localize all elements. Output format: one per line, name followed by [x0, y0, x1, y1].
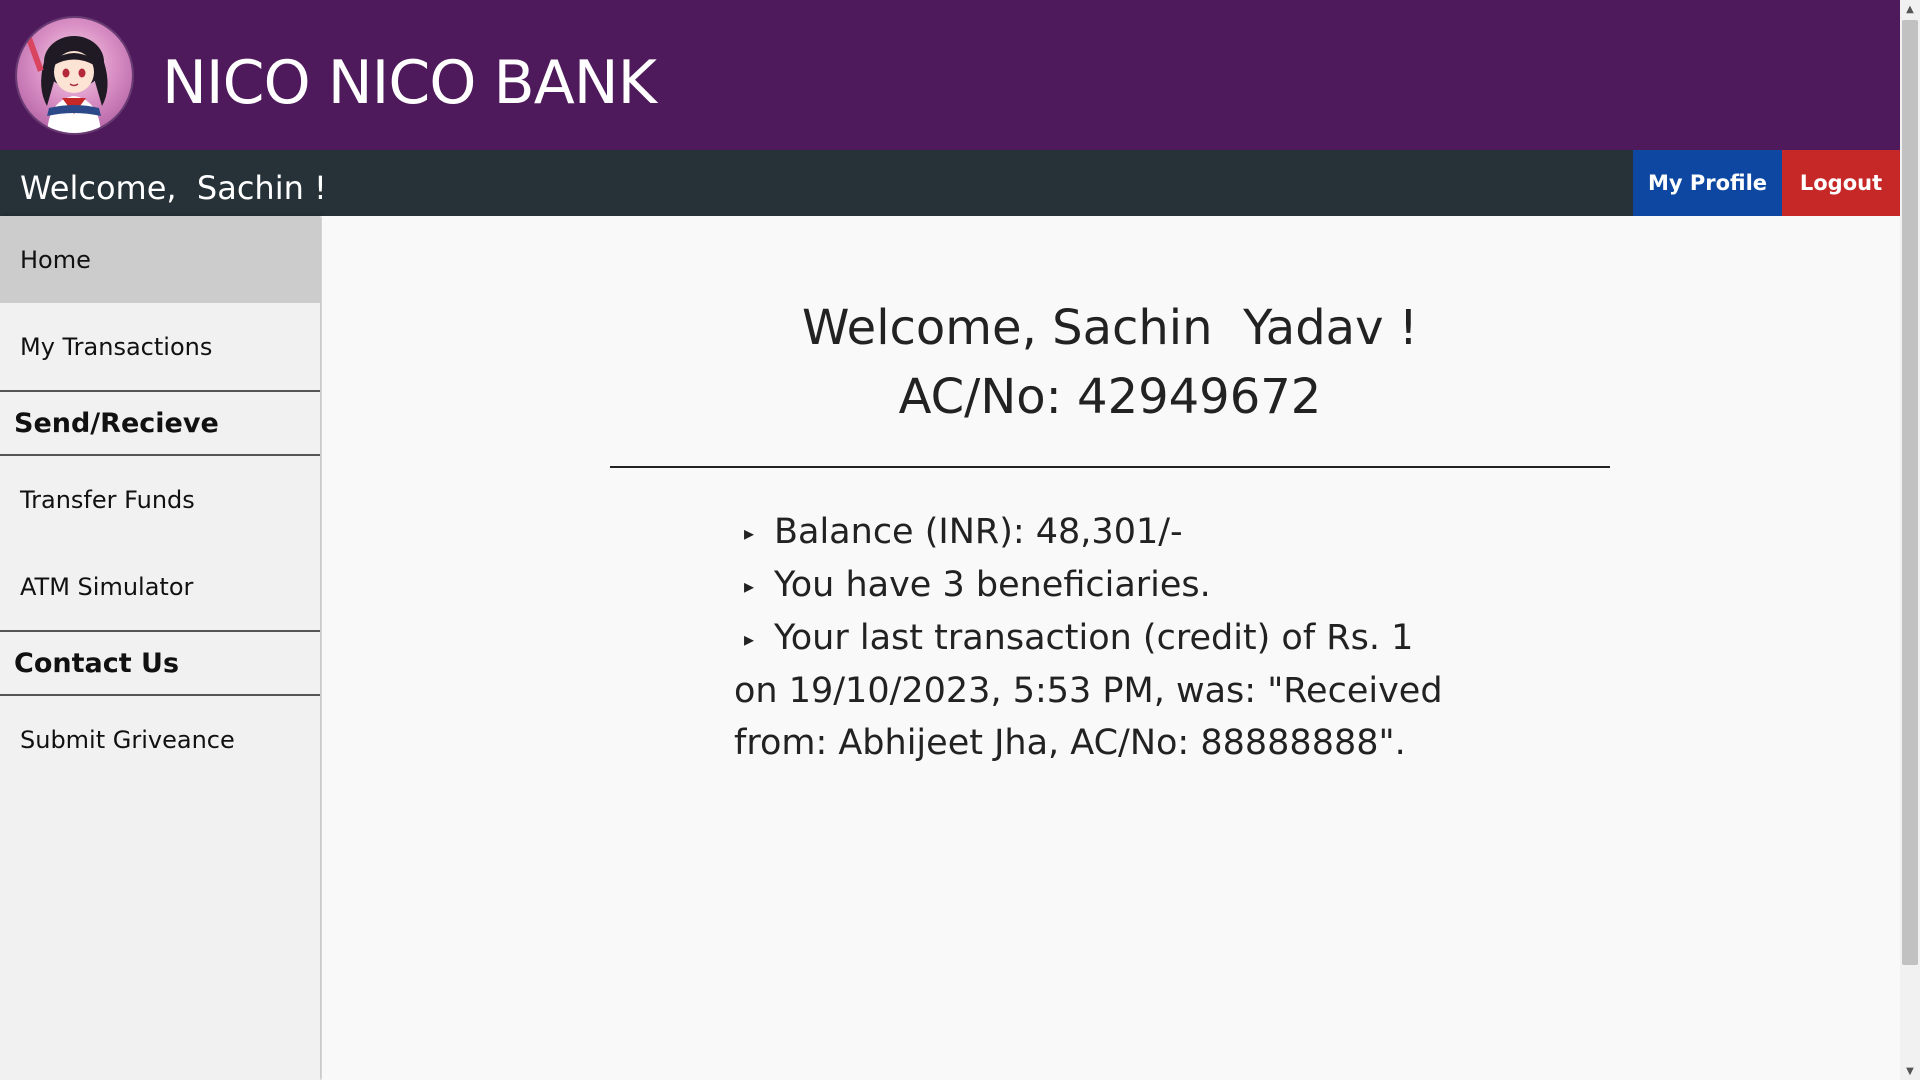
sidebar-item-atm-simulator[interactable]: ATM Simulator: [0, 543, 320, 630]
top-navbar: Welcome, Sachin ! My Profile Logout: [0, 150, 1900, 216]
page-greeting: Welcome, Sachin Yadav ! AC/No: 42949672: [322, 294, 1898, 432]
scrollbar-thumb[interactable]: [1902, 20, 1918, 965]
sidebar-item-my-transactions[interactable]: My Transactions: [0, 303, 320, 390]
beneficiaries-text: You have 3 beneficiaries.: [774, 565, 1211, 605]
sidebar-item-submit-griveance[interactable]: Submit Griveance: [0, 696, 320, 783]
sidebar-item-home[interactable]: Home: [0, 216, 320, 303]
logout-button[interactable]: Logout: [1782, 150, 1900, 216]
anime-mascot-logo-icon: [17, 18, 132, 133]
content-divider: [610, 466, 1610, 468]
sidebar-item-transfer-funds[interactable]: Transfer Funds: [0, 456, 320, 543]
bullet-arrow-icon: ▸: [744, 574, 755, 598]
bullet-arrow-icon: ▸: [744, 521, 755, 545]
scroll-down-arrow-icon[interactable]: ▼: [1900, 1062, 1920, 1080]
summary-item-balance: ▸ Balance (INR): 48,301/-: [734, 506, 1454, 559]
summary-item-last-transaction: ▸ Your last transaction (credit) of Rs. 1…: [734, 612, 1454, 769]
vertical-scrollbar[interactable]: ▲ ▼: [1900, 0, 1920, 1080]
sidebar-section-send-recieve: Send/Recieve: [0, 390, 320, 456]
greeting-name: Welcome, Sachin Yadav !: [802, 300, 1418, 356]
summary-item-beneficiaries: ▸ You have 3 beneficiaries.: [734, 559, 1454, 612]
account-number: AC/No: 42949672: [898, 369, 1322, 425]
my-profile-button[interactable]: My Profile: [1633, 150, 1782, 216]
bank-title: NICO NICO BANK: [162, 48, 657, 118]
account-summary-list: ▸ Balance (INR): 48,301/- ▸ You have 3 ben…: [734, 506, 1454, 769]
main-content: Welcome, Sachin Yadav ! AC/No: 42949672 …: [322, 216, 1900, 1080]
sidebar-section-contact-us: Contact Us: [0, 630, 320, 696]
sidebar: Home My Transactions Send/Recieve Transf…: [0, 216, 320, 1080]
header-banner: NICO NICO BANK: [0, 0, 1900, 150]
scroll-up-arrow-icon[interactable]: ▲: [1900, 0, 1920, 18]
page: NICO NICO BANK Welcome, Sachin ! My Prof…: [0, 0, 1920, 1080]
navbar-welcome-text: Welcome, Sachin !: [20, 169, 327, 207]
last-transaction-text: Your last transaction (credit) of Rs. 1 …: [734, 618, 1443, 763]
bullet-arrow-icon: ▸: [744, 627, 755, 651]
balance-text: Balance (INR): 48,301/-: [774, 512, 1183, 552]
